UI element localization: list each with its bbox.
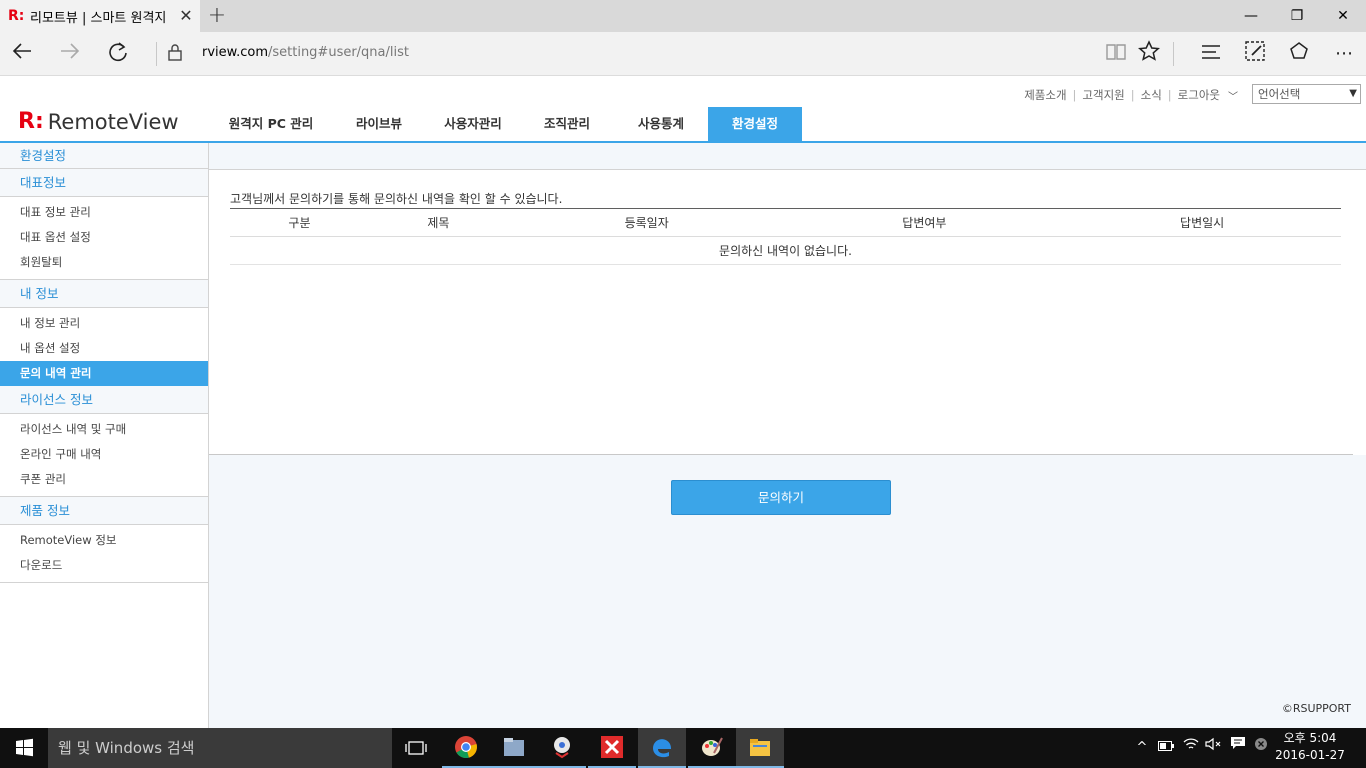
- empty-message: 문의하신 내역이 없습니다.: [230, 236, 1341, 265]
- sidebar-title[interactable]: 환경설정: [0, 143, 208, 169]
- logo-text: RemoteView: [47, 109, 179, 134]
- sidebar-item-download[interactable]: 다운로드: [0, 553, 208, 578]
- sidebar-item-company-options[interactable]: 대표 옵션 설정: [0, 225, 208, 250]
- web-note-icon[interactable]: [1241, 40, 1269, 68]
- sidebar-item-license-purchase[interactable]: 라이선스 내역 및 구매: [0, 417, 208, 442]
- column-answered: 답변여부: [785, 208, 1064, 237]
- sidebar-section-company[interactable]: 대표정보: [0, 169, 208, 197]
- sidebar-item-inquiry-history[interactable]: 문의 내역 관리: [0, 361, 208, 386]
- nav-usage-stats[interactable]: 사용통계: [614, 107, 708, 141]
- language-select[interactable]: 언어선택 ▼: [1252, 84, 1361, 104]
- column-answer-date: 답변일시: [1063, 208, 1341, 237]
- folder-icon[interactable]: [736, 728, 784, 768]
- nav-settings[interactable]: 환경설정: [708, 107, 802, 141]
- reading-view-icon[interactable]: [1102, 40, 1130, 68]
- refresh-icon[interactable]: [104, 40, 132, 68]
- nav-user-management[interactable]: 사용자관리: [426, 107, 520, 141]
- window-close-icon[interactable]: ✕: [1320, 0, 1366, 32]
- inquiry-table: 구분 제목 등록일자 답변여부 답변일시 문의하신 내역이 없습니다.: [230, 208, 1341, 265]
- news-link[interactable]: 소식: [1141, 87, 1162, 103]
- support-link[interactable]: 고객지원: [1082, 87, 1124, 103]
- chevron-down-icon[interactable]: ﹀: [1228, 88, 1238, 103]
- chrome-icon[interactable]: [442, 728, 490, 768]
- notification-close-icon[interactable]: [1252, 728, 1270, 768]
- site-favicon: R:: [8, 8, 25, 24]
- tab-title: 리모트뷰 | 스마트 원격지: [30, 10, 167, 26]
- wifi-icon[interactable]: [1181, 728, 1201, 768]
- table-row: 문의하신 내역이 없습니다.: [230, 236, 1341, 265]
- xmind-icon[interactable]: [588, 728, 636, 768]
- content-footer-area: 문의하기 ©RSUPPORT: [209, 455, 1366, 728]
- hub-icon[interactable]: [1197, 40, 1225, 68]
- share-icon[interactable]: [1285, 40, 1313, 68]
- more-icon[interactable]: ⋯: [1330, 40, 1358, 68]
- task-view-icon[interactable]: [392, 728, 440, 768]
- sidebar-item-withdraw[interactable]: 회원탈퇴: [0, 250, 208, 275]
- content-header-bar: [209, 143, 1366, 170]
- taskbar-search-placeholder: 웹 및 Windows 검색: [58, 739, 195, 757]
- product-link[interactable]: 제품소개: [1024, 87, 1066, 103]
- sidebar-item-coupon[interactable]: 쿠폰 관리: [0, 467, 208, 492]
- sidebar-item-my-info[interactable]: 내 정보 관리: [0, 311, 208, 336]
- browser-nav-bar: rview.com/setting#user/qna/list ⋯: [0, 32, 1366, 76]
- sidebar-item-my-options[interactable]: 내 옵션 설정: [0, 336, 208, 361]
- remote-app-icon[interactable]: [538, 728, 586, 768]
- sidebar-section-product[interactable]: 제품 정보: [0, 497, 208, 525]
- browser-tab[interactable]: R: 리모트뷰 | 스마트 원격지 ✕: [0, 0, 200, 32]
- clock-date: 2016-01-27: [1275, 748, 1345, 762]
- settings-sidebar: 환경설정 대표정보 대표 정보 관리 대표 옵션 설정 회원탈퇴 내 정보 내 …: [0, 143, 209, 728]
- logo-mark: R:: [18, 109, 44, 134]
- language-select-value: 언어선택: [1258, 87, 1301, 101]
- taskbar: 웹 및 Windows 검색 ^ 오후 5:04 2016-01-27: [0, 728, 1366, 768]
- link-separator: |: [1167, 88, 1172, 102]
- page-content: 제품소개 | 고객지원 | 소식 | 로그아웃 ﹀ 언어선택 ▼ R: Remo…: [0, 77, 1366, 728]
- nav-liveview[interactable]: 라이브뷰: [332, 107, 426, 141]
- lock-icon: [161, 40, 189, 68]
- favorite-star-icon[interactable]: [1135, 40, 1163, 68]
- chevron-down-icon: ▼: [1349, 88, 1357, 99]
- file-explorer-app-icon[interactable]: [490, 728, 538, 768]
- sidebar-item-remoteview-info[interactable]: RemoteView 정보: [0, 528, 208, 553]
- clock-time: 오후 5:04: [1283, 731, 1337, 745]
- logout-link[interactable]: 로그아웃: [1178, 87, 1220, 103]
- main-nav: 원격지 PC 관리 라이브뷰 사용자관리 조직관리 사용통계 환경설정: [210, 107, 802, 141]
- minimize-icon[interactable]: —: [1228, 0, 1274, 32]
- link-separator: |: [1072, 88, 1077, 102]
- table-header-row: 구분 제목 등록일자 답변여부 답변일시: [230, 208, 1341, 237]
- tray-chevron-up-icon[interactable]: ^: [1134, 728, 1150, 768]
- nav-org-management[interactable]: 조직관리: [520, 107, 614, 141]
- inquiry-description: 고객님께서 문의하기를 통해 문의하신 내역을 확인 할 수 있습니다.: [230, 192, 563, 206]
- close-tab-icon[interactable]: ✕: [176, 6, 196, 26]
- ask-inquiry-button[interactable]: 문의하기: [671, 480, 891, 515]
- site-logo[interactable]: R: RemoteView: [18, 109, 179, 134]
- sidebar-section-my-info[interactable]: 내 정보: [0, 280, 208, 308]
- sidebar-item-online-purchase[interactable]: 온라인 구매 내역: [0, 442, 208, 467]
- edge-icon[interactable]: [638, 728, 686, 768]
- restore-icon[interactable]: ❐: [1274, 0, 1320, 32]
- column-category: 구분: [230, 208, 369, 237]
- column-date: 등록일자: [507, 208, 786, 237]
- paint-icon[interactable]: [688, 728, 736, 768]
- copyright: ©RSUPPORT: [1281, 702, 1351, 715]
- column-title: 제목: [368, 208, 508, 237]
- nav-remote-pc[interactable]: 원격지 PC 관리: [210, 107, 332, 141]
- back-icon[interactable]: [8, 40, 36, 68]
- address-bar[interactable]: rview.com/setting#user/qna/list: [202, 45, 409, 60]
- link-separator: |: [1130, 88, 1135, 102]
- volume-icon[interactable]: [1203, 728, 1223, 768]
- new-tab-icon[interactable]: +: [206, 4, 228, 28]
- action-center-icon[interactable]: [1228, 728, 1248, 768]
- taskbar-clock[interactable]: 오후 5:04 2016-01-27: [1275, 730, 1345, 764]
- inquiry-panel: 고객님께서 문의하기를 통해 문의하신 내역을 확인 할 수 있습니다. 구분 …: [209, 170, 1353, 455]
- forward-icon[interactable]: [56, 40, 84, 68]
- windows-start-icon[interactable]: [0, 728, 48, 768]
- sidebar-section-license[interactable]: 라이선스 정보: [0, 386, 208, 414]
- battery-icon[interactable]: [1156, 728, 1176, 768]
- top-links: 제품소개 | 고객지원 | 소식 | 로그아웃 ﹀: [1024, 87, 1238, 103]
- nav-divider: [156, 42, 157, 66]
- browser-tab-bar: R: 리모트뷰 | 스마트 원격지 ✕ + — ❐ ✕: [0, 0, 1366, 32]
- taskbar-search[interactable]: 웹 및 Windows 검색: [48, 728, 392, 768]
- nav-divider: [1173, 42, 1174, 66]
- sidebar-item-company-info[interactable]: 대표 정보 관리: [0, 200, 208, 225]
